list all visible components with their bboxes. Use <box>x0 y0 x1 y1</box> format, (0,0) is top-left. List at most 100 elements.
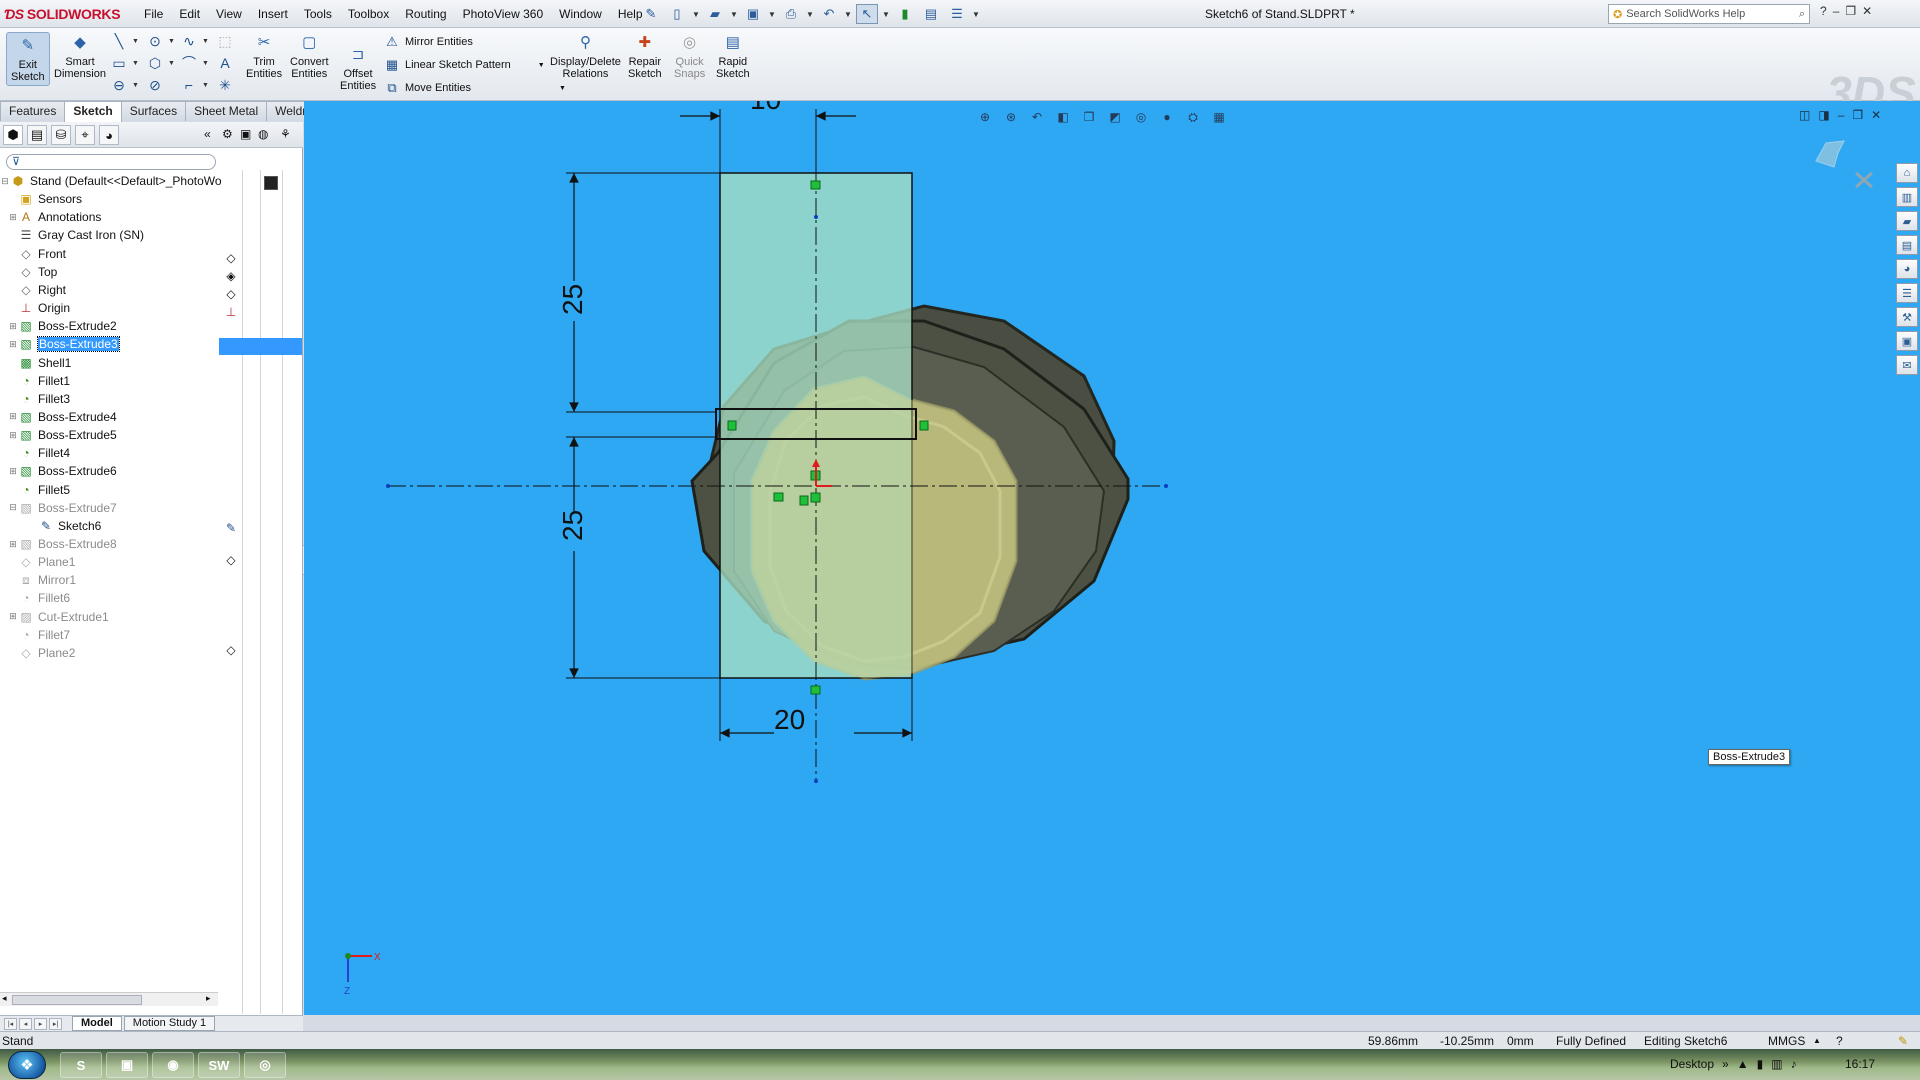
tree-item[interactable]: ⊞ ▧ Boss-Extrude2 <box>0 317 116 335</box>
move-entities-button[interactable]: ⧉ Move Entities ▼ <box>384 80 566 96</box>
dimension-upper-height[interactable]: 25 <box>557 284 588 315</box>
app-taskbar-icon[interactable]: ◎ <box>244 1052 286 1078</box>
circle-icon[interactable]: ⊙ <box>146 32 164 50</box>
expand-icon[interactable]: ⊞ <box>8 466 18 476</box>
next-tab-icon[interactable]: ▸ <box>34 1017 47 1030</box>
split-viewport-icon[interactable]: ◨ <box>1818 108 1829 122</box>
section-view-icon[interactable]: ◧ <box>1054 109 1072 125</box>
tree-item[interactable]: ⊥ Origin <box>0 299 70 317</box>
new-document-icon[interactable]: ▯ <box>666 4 688 24</box>
menu-item-edit[interactable]: Edit <box>171 5 208 23</box>
origin-visibility-icon[interactable]: ⊥ <box>222 304 240 320</box>
tree-item[interactable]: ▣ Sensors <box>0 190 82 208</box>
expand-icon[interactable]: ⊞ <box>8 611 18 622</box>
tile-viewport-icon[interactable]: ◫ <box>1799 108 1810 122</box>
tree-item[interactable]: ◔ Fillet5 <box>0 481 70 499</box>
menu-item-toolbox[interactable]: Toolbox <box>340 5 397 23</box>
menu-item-tools[interactable]: Tools <box>296 5 340 23</box>
tree-item[interactable]: ⊟ ⬢ Stand (Default<<Default>_PhotoWo <box>0 172 221 190</box>
chevron-down-icon[interactable]: ▼ <box>132 38 139 45</box>
previous-tab-icon[interactable]: ◂ <box>19 1017 32 1030</box>
tree-item[interactable]: ◔ Fillet6 <box>0 589 70 607</box>
dimension-lower-height[interactable]: 25 <box>557 510 588 541</box>
tree-item[interactable]: ◇ Plane2 <box>0 644 75 662</box>
chevron-down-icon[interactable]: ▼ <box>806 10 814 19</box>
hide-show-items-icon[interactable]: ◎ <box>1132 109 1150 125</box>
tab-sketch[interactable]: Sketch <box>64 101 122 122</box>
model-tab[interactable]: Model <box>72 1016 122 1031</box>
dimxpert-manager-tab-icon[interactable]: ⌖ <box>75 125 95 145</box>
chevron-down-icon[interactable]: ▼ <box>132 60 139 67</box>
tree-item[interactable]: ◇ Front <box>0 245 66 263</box>
exit-sketch-corner-icon[interactable] <box>1815 140 1845 168</box>
zoom-area-icon[interactable]: ⊛ <box>1002 109 1020 125</box>
tree-item[interactable]: ⊞ A Annotations <box>0 208 101 226</box>
expand-icon[interactable]: ⊞ <box>8 321 18 331</box>
rapid-sketch-button[interactable]: ▤ Rapid Sketch <box>716 32 750 80</box>
tree-item[interactable]: ◇ Right <box>0 281 66 299</box>
tree-item[interactable]: ◔ Fillet1 <box>0 372 70 390</box>
rebuild-icon[interactable]: ▮ <box>894 4 916 24</box>
solidworks-logo[interactable]: ƊS SOLIDWORKS <box>4 4 122 24</box>
recording-icon[interactable]: ▣ <box>1896 331 1918 351</box>
graphics-area[interactable]: 10 25 25 20 ⊕ ⊛ ↶ ◧ ❒ ◩ ◎ ● ⛭ ▦ ◫ ◨ ‒ ❐ <box>304 101 1920 1015</box>
file-explorer-icon[interactable]: ▰ <box>1896 211 1918 231</box>
solidworks-resources-icon[interactable]: ⌂ <box>1896 163 1918 183</box>
chevron-down-icon[interactable]: ▼ <box>132 82 139 89</box>
display-manager-tab-icon[interactable]: ◕ <box>99 125 119 145</box>
solidworks-taskbar-icon[interactable]: SW <box>198 1052 240 1078</box>
feature-filter-input[interactable]: ⊽ <box>6 154 216 170</box>
status-units[interactable]: MMGS <box>1768 1034 1805 1048</box>
collapse-icon[interactable]: ⊟ <box>0 176 10 186</box>
collapse-icon[interactable]: ⊟ <box>8 502 18 513</box>
chevron-down-icon[interactable]: ▼ <box>538 62 545 69</box>
edit-appearance-icon[interactable]: ● <box>1158 109 1176 125</box>
chevron-down-icon[interactable]: ▼ <box>168 60 175 67</box>
spline-icon[interactable]: ∿ <box>180 32 198 50</box>
plane-visibility-icon[interactable]: ◇ <box>222 286 240 302</box>
display-delete-relations-button[interactable]: ⚲ Display/Delete Relations <box>550 32 621 80</box>
chevron-down-icon[interactable]: ▼ <box>882 10 890 19</box>
options-icon[interactable]: ☰ <box>946 4 968 24</box>
cancel-sketch-icon[interactable] <box>1855 171 1873 189</box>
view-orientation-icon[interactable]: ❒ <box>1080 109 1098 125</box>
tree-item[interactable]: ⊞ ▧ Boss-Extrude8 <box>0 535 116 553</box>
property-manager-tab-icon[interactable]: ▤ <box>27 125 47 145</box>
convert-entities-button[interactable]: ▢ Convert Entities <box>290 32 329 80</box>
menu-item-view[interactable]: View <box>208 5 250 23</box>
menu-item-insert[interactable]: Insert <box>250 5 296 23</box>
save-icon[interactable]: ▣ <box>742 4 764 24</box>
view-settings-icon[interactable]: ▦ <box>1210 109 1228 125</box>
tree-item[interactable]: ◔ Fillet3 <box>0 390 70 408</box>
toolbar-expand-icon[interactable]: » <box>1722 1057 1729 1071</box>
dimension-bottom-width[interactable]: 20 <box>774 704 805 735</box>
tab-sheet-metal[interactable]: Sheet Metal <box>185 101 268 121</box>
plane-visibility-icon[interactable]: ◇ <box>222 642 240 658</box>
trim-entities-button[interactable]: ✂ Trim Entities <box>246 32 282 80</box>
ellipse-icon[interactable]: ⊘ <box>146 76 164 94</box>
menu-item-routing[interactable]: Routing <box>397 5 454 23</box>
chevron-down-icon[interactable]: ▼ <box>202 38 209 45</box>
tree-item[interactable]: ☰ Gray Cast Iron (SN) <box>0 226 144 244</box>
chevron-down-icon[interactable]: ▼ <box>202 60 209 67</box>
scroll-right-icon[interactable]: ▸ <box>206 993 211 1004</box>
taskbar-clock[interactable]: 16:17 <box>1845 1057 1875 1071</box>
open-folder-icon[interactable]: ▰ <box>704 4 726 24</box>
mirror-entities-button[interactable]: ⚠ Mirror Entities <box>384 34 473 50</box>
tree-item[interactable]: ⊞ ▧ Boss-Extrude5 <box>0 426 116 444</box>
viewport-minimize-icon[interactable]: ‒ <box>1838 108 1845 122</box>
select-pointer-icon[interactable]: ↖ <box>856 4 878 24</box>
tab-surfaces[interactable]: Surfaces <box>120 101 187 121</box>
tree-item[interactable]: ⧈ Mirror1 <box>0 571 76 589</box>
battery-icon[interactable]: ▮ <box>1757 1057 1764 1071</box>
point-icon[interactable]: ✳ <box>216 76 234 94</box>
motion-study-tab[interactable]: Motion Study 1 <box>123 1016 216 1031</box>
repair-sketch-button[interactable]: ✚ Repair Sketch <box>628 32 662 80</box>
tree-item[interactable]: ◇ Plane1 <box>0 553 75 571</box>
relation-marker[interactable] <box>773 492 784 502</box>
magnifier-icon[interactable]: ⌕ <box>1799 8 1805 21</box>
help-icon[interactable]: ? <box>1820 4 1827 18</box>
relation-marker[interactable] <box>810 180 821 190</box>
units-chevron-up-icon[interactable]: ▲ <box>1813 1036 1821 1045</box>
last-tab-icon[interactable]: ▸| <box>49 1017 62 1030</box>
